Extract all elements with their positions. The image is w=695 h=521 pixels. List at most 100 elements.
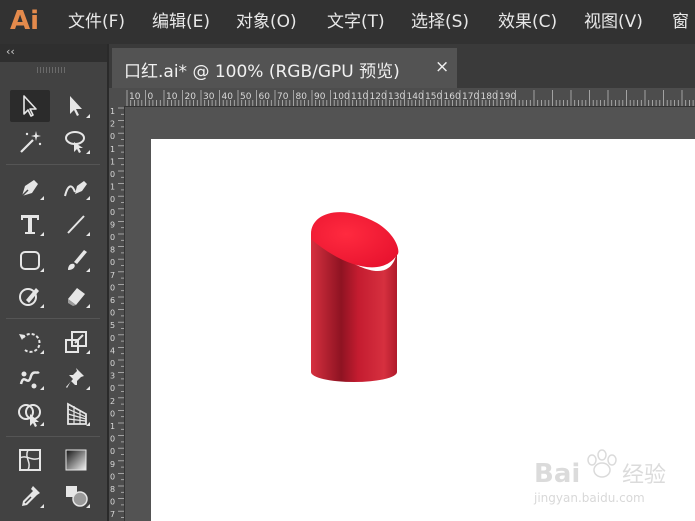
ruler-label: 190	[499, 92, 516, 102]
menu-window[interactable]: 窗	[672, 11, 689, 33]
horizontal-ruler-ticks: 10 0 10 20 30 40 50 60 70 80 90 100 110 120 130 140 150 1…	[126, 90, 694, 106]
ruler-label: 130	[388, 92, 405, 102]
ruler-label: 9	[110, 460, 115, 469]
document-tab[interactable]: 口红.ai* @ 100% (RGB/GPU 预览) ×	[112, 48, 457, 88]
mesh-tool-icon[interactable]	[10, 444, 50, 476]
ruler-label: 10	[166, 92, 178, 102]
ruler-label: 0	[110, 472, 115, 481]
paintbrush-tool-icon[interactable]	[56, 244, 96, 276]
scale-tool-icon[interactable]	[56, 326, 96, 358]
ruler-label: 0	[110, 498, 115, 507]
ruler-label: 0	[110, 170, 115, 179]
line-tool-icon[interactable]	[56, 208, 96, 240]
ruler-label: 80	[296, 92, 308, 102]
eyedropper-tool-icon[interactable]	[10, 480, 50, 512]
vertical-ruler-ticks: 1 2 0 1 1 0 1 0 0 9 0 8 0 7 0 6 0 5 0 4 0 3 0 2 0 1 0 0 9 0 8 0 7	[110, 107, 124, 519]
pen-tool-icon[interactable]	[10, 172, 50, 204]
ruler-label: 0	[110, 334, 115, 343]
toolbox-panel: ‹‹	[0, 44, 107, 521]
menu-file[interactable]: 文件(F)	[68, 11, 125, 33]
menu-type[interactable]: 文字(T)	[327, 11, 385, 33]
selection-tool-icon[interactable]	[10, 90, 50, 122]
ruler-label: 0	[110, 233, 115, 242]
menu-view[interactable]: 视图(V)	[584, 11, 643, 33]
ruler-label: 170	[462, 92, 479, 102]
menu-edit[interactable]: 编辑(E)	[152, 11, 210, 33]
pin-tool-icon[interactable]	[56, 362, 96, 394]
menu-bar: Ai 文件(F) 编辑(E) 对象(O) 文字(T) 选择(S) 效果(C) 视…	[0, 0, 695, 44]
lipstick-artwork[interactable]	[311, 209, 411, 389]
ruler-label: 0	[110, 447, 115, 456]
watermark: Bai 经验 jingyan.baidu.com	[533, 449, 666, 505]
document-tab-title[interactable]: 口红.ai* @ 100% (RGB/GPU 预览)	[124, 57, 400, 82]
ruler-label: 1	[110, 183, 115, 192]
watermark-brand: Bai	[534, 459, 580, 489]
close-tab-icon[interactable]: ×	[435, 57, 449, 77]
ruler-label: 120	[370, 92, 387, 102]
ruler-label: 0	[110, 283, 115, 292]
tool-separator	[6, 318, 100, 319]
menu-effect[interactable]: 效果(C)	[498, 11, 557, 33]
ruler-label: 60	[259, 92, 271, 102]
ruler-label: 0	[110, 195, 115, 204]
eraser-tool-icon[interactable]	[56, 280, 96, 312]
direct-selection-tool-icon[interactable]	[56, 90, 96, 122]
ruler-label: 7	[110, 271, 115, 280]
ruler-label: 7	[110, 510, 115, 519]
ruler-label: 1	[110, 157, 115, 166]
vertical-ruler[interactable]: 1 2 0 1 1 0 1 0 0 9 0 8 0 7 0 6 0 5 0 4 0 3 0 2 0 1 0 0 9 0 8 0 7	[109, 106, 125, 521]
toolbox-header: ‹‹	[0, 44, 107, 62]
menu-object[interactable]: 对象(O)	[236, 11, 297, 33]
shape-builder-tool-icon[interactable]	[10, 398, 50, 430]
ruler-label: 0	[110, 435, 115, 444]
ruler-label: 180	[481, 92, 498, 102]
ruler-label: 0	[110, 309, 115, 318]
ruler-label: 0	[110, 208, 115, 217]
horizontal-ruler[interactable]: 10 0 10 20 30 40 50 60 70 80 90 100 110 120 130 140 150 1…	[124, 88, 695, 107]
ruler-label: 110	[351, 92, 368, 102]
toolbox-grip[interactable]	[37, 67, 67, 73]
ruler-label: 8	[110, 485, 115, 494]
ruler-label: 8	[110, 246, 115, 255]
ruler-label: 160	[444, 92, 461, 102]
ruler-label: 6	[110, 296, 115, 305]
ruler-label: 150	[425, 92, 442, 102]
ruler-label: 100	[333, 92, 350, 102]
ruler-label: 9	[110, 220, 115, 229]
rotate-tool-icon[interactable]	[10, 326, 50, 358]
app-logo: Ai	[10, 6, 40, 36]
shaper-tool-icon[interactable]	[10, 280, 50, 312]
blend-tool-icon[interactable]	[56, 480, 96, 512]
ruler-label: 140	[407, 92, 424, 102]
ruler-label: 20	[185, 92, 197, 102]
ruler-label: 30	[203, 92, 215, 102]
magic-wand-icon[interactable]	[10, 126, 50, 158]
ruler-label: 5	[110, 321, 115, 330]
ruler-label: 1	[110, 145, 115, 154]
collapse-button[interactable]: ‹‹	[6, 45, 15, 58]
watermark-brand-suffix: 经验	[622, 463, 666, 488]
ruler-label: 1	[110, 107, 115, 116]
tool-separator	[6, 436, 100, 437]
ruler-label: 10	[129, 92, 141, 102]
ruler-label: 0	[110, 359, 115, 368]
rectangle-tool-icon[interactable]	[10, 244, 50, 276]
lasso-icon[interactable]	[56, 126, 96, 158]
ruler-label: 70	[277, 92, 289, 102]
ruler-label: 3	[110, 372, 115, 381]
type-tool-icon[interactable]	[10, 208, 50, 240]
perspective-grid-tool-icon[interactable]	[56, 398, 96, 430]
puppet-warp-tool-icon[interactable]	[10, 362, 50, 394]
ruler-origin[interactable]	[109, 88, 124, 106]
ruler-label: 0	[110, 258, 115, 267]
ruler-label: 2	[110, 120, 115, 129]
menu-select[interactable]: 选择(S)	[411, 11, 469, 33]
ruler-label: 0	[110, 409, 115, 418]
watermark-url: jingyan.baidu.com	[533, 491, 645, 505]
ruler-label: 90	[314, 92, 326, 102]
ruler-label: 40	[222, 92, 234, 102]
document-tab-bar: 口红.ai* @ 100% (RGB/GPU 预览) ×	[109, 44, 695, 88]
curvature-tool-icon[interactable]	[56, 172, 96, 204]
gradient-tool-icon[interactable]	[56, 444, 96, 476]
ruler-label: 50	[240, 92, 252, 102]
